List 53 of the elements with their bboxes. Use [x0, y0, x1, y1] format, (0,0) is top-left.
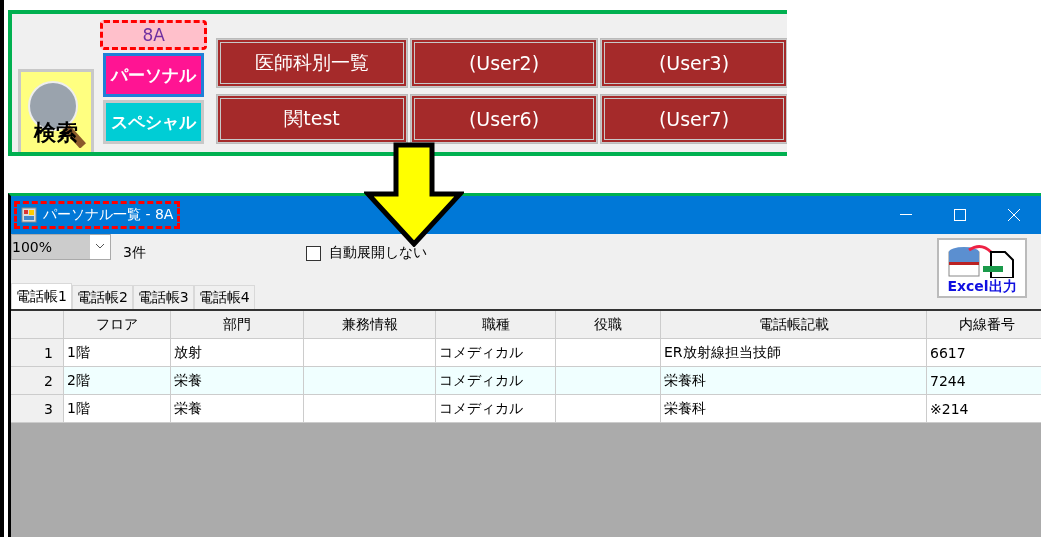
list-button[interactable]: 関test: [217, 95, 407, 143]
tab[interactable]: 電話帳3: [132, 285, 194, 309]
group-label: 8A: [100, 20, 207, 50]
excel-export-button[interactable]: Excel出力: [937, 238, 1027, 298]
column-header[interactable]: 兼務情報: [304, 311, 436, 339]
list-button[interactable]: (User7): [601, 95, 787, 143]
table-cell: 栄養科: [664, 399, 706, 418]
column-header[interactable]: フロア: [64, 311, 171, 339]
table-cell: 栄養: [174, 399, 202, 418]
column-header[interactable]: 役職: [556, 311, 661, 339]
table-cell: 2階: [67, 371, 90, 390]
close-icon: [1008, 209, 1020, 221]
magnifier-icon: [27, 78, 87, 148]
table-row[interactable]: 2 2階 栄養 コメディカル 栄養科 7244: [11, 367, 1041, 395]
table-cell: コメディカル: [439, 399, 523, 418]
minimize-icon: [900, 214, 912, 216]
table-cell: 7244: [930, 372, 966, 389]
column-header[interactable]: 職種: [436, 311, 556, 339]
list-button[interactable]: (User3): [601, 39, 787, 87]
mode-button[interactable]: パーソナル: [103, 53, 204, 97]
table-cell: 1階: [67, 343, 90, 362]
list-button[interactable]: (User6): [411, 95, 597, 143]
app-icon: [21, 207, 37, 223]
maximize-icon: [954, 209, 966, 221]
table-cell: コメディカル: [439, 371, 523, 390]
table-row[interactable]: 3 1階 栄養 コメディカル 栄養科 ※214: [11, 395, 1041, 423]
list-button[interactable]: (User2): [411, 39, 597, 87]
tab[interactable]: 電話帳1: [11, 283, 72, 309]
row-number: 2: [11, 367, 64, 395]
zoom-dropdown[interactable]: 100%: [11, 234, 111, 260]
table-cell: 栄養科: [664, 371, 706, 390]
table-cell: ※214: [930, 400, 969, 417]
table-cell: コメディカル: [439, 343, 523, 362]
column-header[interactable]: 部門: [171, 311, 304, 339]
list-button[interactable]: 医師科別一覧: [217, 39, 407, 87]
table-row[interactable]: 1 1階 放射 コメディカル ER放射線担当技師 6617: [11, 339, 1041, 367]
table-cell: 1階: [67, 399, 90, 418]
auto-expand-checkbox[interactable]: 自動展開しない: [305, 244, 427, 262]
table-cell: 栄養: [174, 371, 202, 390]
record-count: 3件: [123, 244, 146, 262]
database-to-sheet-icon: [947, 244, 1017, 278]
column-header[interactable]: 内線番号: [927, 311, 1041, 339]
row-number: 3: [11, 395, 64, 423]
checkbox[interactable]: [305, 245, 321, 261]
column-header[interactable]: 電話帳記載: [661, 311, 927, 339]
row-number: 1: [11, 339, 64, 367]
corner-header[interactable]: [11, 311, 64, 339]
table-cell: ER放射線担当技師: [664, 343, 781, 362]
table-cell: 6617: [930, 344, 966, 361]
window-title: パーソナル一覧 - 8A: [43, 206, 174, 224]
tab[interactable]: 電話帳2: [71, 285, 133, 309]
tab[interactable]: 電話帳4: [193, 285, 255, 309]
table-cell: 放射: [174, 343, 202, 362]
